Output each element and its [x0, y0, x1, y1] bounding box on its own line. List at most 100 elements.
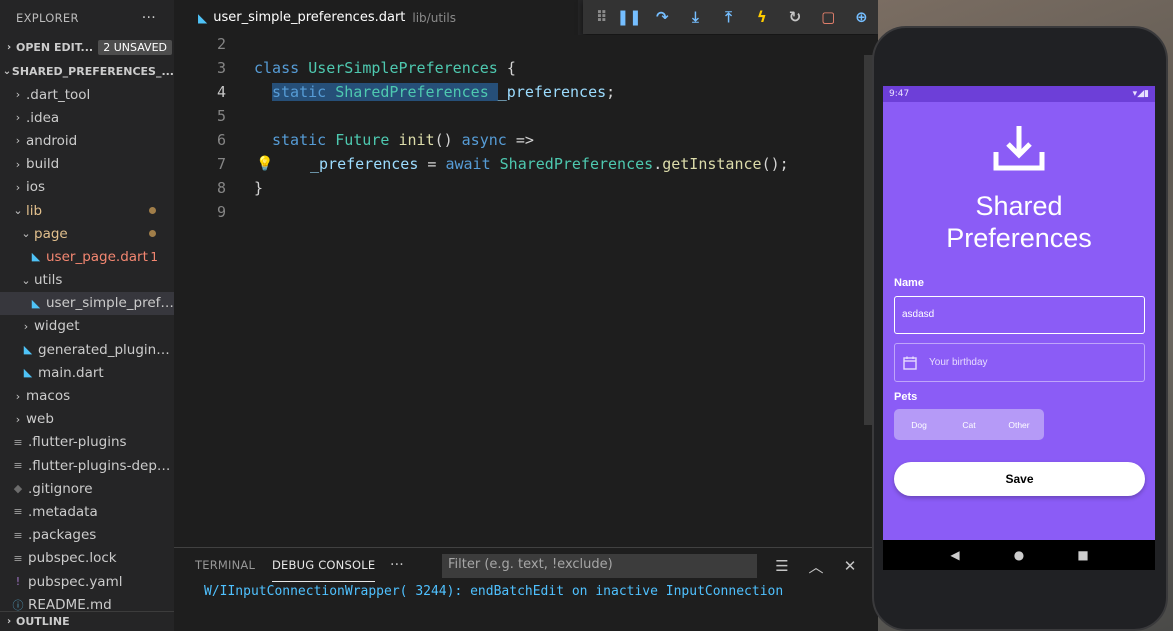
word-wrap-icon[interactable]: ☰	[770, 554, 794, 578]
chevron-down-icon: ⌄	[21, 227, 31, 241]
status-icons: ▾◢▮	[1132, 89, 1149, 99]
function-name: getInstance	[662, 155, 762, 173]
code-editor[interactable]: 2 3 class UserSimplePreferences { 4 stat…	[174, 35, 878, 545]
line-number: 6	[216, 131, 226, 149]
project-section[interactable]: ⌄ SHARED_PREFERENCES_...	[0, 59, 174, 83]
tree-item-label: user_page.dart	[46, 248, 148, 265]
save-button[interactable]: Save	[894, 462, 1145, 496]
tree-file-pubspec-lock[interactable]: ≡ pubspec.lock	[0, 547, 174, 570]
tree-file-metadata[interactable]: ≡ .metadata	[0, 500, 174, 523]
tree-file-pubspec-yaml[interactable]: ! pubspec.yaml	[0, 570, 174, 593]
recents-icon[interactable]: ■	[1073, 548, 1093, 562]
code-line-3: 3 class UserSimplePreferences {	[174, 56, 864, 80]
chevron-right-icon: ›	[23, 319, 29, 333]
step-out-button[interactable]: ⤒	[712, 0, 745, 34]
dart-file-icon: ◣	[31, 296, 41, 310]
pet-option-cat[interactable]: Cat	[944, 420, 994, 430]
explorer-sidebar: EXPLORER ··· › OPEN EDIT... 2 UNSAVED ⌄ …	[0, 0, 174, 631]
tab-user-simple-preferences[interactable]: ◣ user_simple_preferences.dart lib/utils	[174, 0, 578, 35]
code-text: _preferences = await SharedPreferences.g…	[310, 155, 789, 173]
hot-reload-button[interactable]: ϟ	[745, 0, 778, 34]
inspect-widget-button[interactable]: ⊕	[845, 0, 878, 34]
tree-folder-idea[interactable]: › .idea	[0, 106, 174, 129]
console-output-line: W/IInputConnectionWrapper( 3244): endBat…	[204, 584, 784, 599]
chevron-right-icon: ›	[15, 111, 21, 125]
tab-terminal[interactable]: TERMINAL	[195, 548, 255, 582]
outline-section[interactable]: › OUTLINE	[0, 611, 174, 631]
tree-item-label: build	[26, 156, 60, 173]
chevron-up-icon[interactable]: ︿	[804, 554, 828, 578]
restart-button[interactable]: ↻	[778, 0, 811, 34]
phone-screen: 9:47 ▾◢▮ Shared Preferences Name asdasd …	[883, 86, 1155, 568]
tree-file-packages[interactable]: ≡ .packages	[0, 524, 174, 547]
app-title-line1: Shared	[975, 191, 1063, 221]
tree-folder-ios[interactable]: › ios	[0, 176, 174, 199]
tree-item-label: .dart_tool	[26, 86, 91, 103]
back-icon[interactable]: ◀	[945, 548, 965, 562]
tree-folder-widget[interactable]: › widget	[0, 315, 174, 338]
chevron-right-icon: ›	[15, 88, 21, 102]
app-title-line2: Preferences	[946, 223, 1092, 253]
birthday-input[interactable]: Your birthday	[894, 343, 1145, 382]
tree-file-user-page[interactable]: ◣ user_page.dart 1	[0, 245, 174, 268]
line-number: 5	[216, 107, 226, 125]
code-text: static SharedPreferences _preferences;	[272, 83, 615, 101]
step-into-button[interactable]: ⤓	[679, 0, 712, 34]
keyword: async	[461, 131, 507, 149]
keyword: class	[254, 59, 300, 77]
android-status-bar: 9:47 ▾◢▮	[883, 86, 1155, 102]
tree-file-gitignore[interactable]: ◆ .gitignore	[0, 477, 174, 500]
tree-folder-web[interactable]: › web	[0, 408, 174, 431]
console-filter-input[interactable]: Filter (e.g. text, !exclude)	[442, 554, 757, 578]
pet-option-other[interactable]: Other	[994, 420, 1044, 430]
text-file-icon: ≡	[13, 435, 23, 449]
tree-folder-lib[interactable]: ⌄ lib	[0, 199, 174, 222]
calendar-icon	[903, 356, 917, 370]
tree-item-label: .packages	[28, 527, 97, 544]
tree-folder-build[interactable]: › build	[0, 153, 174, 176]
bottom-panel: TERMINAL DEBUG CONSOLE ··· Filter (e.g. …	[174, 547, 878, 631]
arrow: =>	[515, 131, 534, 149]
panel-more-button[interactable]: ···	[390, 548, 404, 582]
type-name: SharedPreferences	[499, 155, 654, 173]
code-text: static Future init() async =>	[272, 131, 534, 149]
tree-folder-macos[interactable]: › macos	[0, 384, 174, 407]
outline-label: OUTLINE	[16, 615, 70, 628]
tree-folder-android[interactable]: › android	[0, 129, 174, 152]
stop-button[interactable]: ▢	[812, 0, 845, 34]
open-editors-section[interactable]: › OPEN EDIT... 2 UNSAVED	[0, 35, 174, 59]
close-icon[interactable]: ✕	[838, 554, 862, 578]
tree-file-user-simple-preferences[interactable]: ◣ user_simple_prefer...	[0, 291, 174, 315]
pet-option-dog[interactable]: Dog	[894, 420, 944, 430]
name-input[interactable]: asdasd	[894, 296, 1145, 334]
code-line-2: 2	[174, 32, 864, 56]
class-name: UserSimplePreferences	[308, 59, 498, 77]
pause-button[interactable]: ❚❚	[612, 0, 645, 34]
dart-file-icon: ◣	[198, 10, 208, 25]
chevron-right-icon: ›	[15, 157, 21, 171]
lightbulb-icon[interactable]: 💡	[256, 156, 273, 172]
tree-item-label: widget	[34, 318, 80, 335]
tree-folder-utils[interactable]: ⌄ utils	[0, 269, 174, 292]
tree-item-label: web	[26, 411, 54, 428]
tree-folder-page[interactable]: ⌄ page	[0, 222, 174, 245]
yaml-file-icon: !	[15, 575, 21, 589]
tree-file-generated-plugin[interactable]: ◣ generated_plugin_r...	[0, 338, 174, 361]
tree-file-main-dart[interactable]: ◣ main.dart	[0, 361, 174, 384]
drag-handle-icon[interactable]: ⠿	[591, 0, 612, 34]
tab-debug-console[interactable]: DEBUG CONSOLE	[272, 548, 376, 582]
tree-item-label: main.dart	[38, 364, 104, 381]
step-over-button[interactable]: ↷	[646, 0, 679, 34]
home-icon[interactable]: ●	[1009, 548, 1029, 562]
download-icon	[993, 126, 1045, 171]
explorer-more-button[interactable]: ···	[142, 10, 156, 26]
semicolon: ;	[606, 83, 616, 101]
tree-file-flutter-plugins-deps[interactable]: ≡ .flutter-plugins-depe...	[0, 454, 174, 477]
tree-file-flutter-plugins[interactable]: ≡ .flutter-plugins	[0, 431, 174, 454]
type-name: SharedPreferences	[335, 83, 489, 101]
chevron-down-icon: ⌄	[13, 204, 23, 218]
tree-folder-dart-tool[interactable]: › .dart_tool	[0, 83, 174, 106]
line-number: 8	[216, 179, 226, 197]
dart-file-icon: ◣	[31, 250, 41, 264]
pets-toggle-group: Dog Cat Other	[894, 409, 1044, 440]
